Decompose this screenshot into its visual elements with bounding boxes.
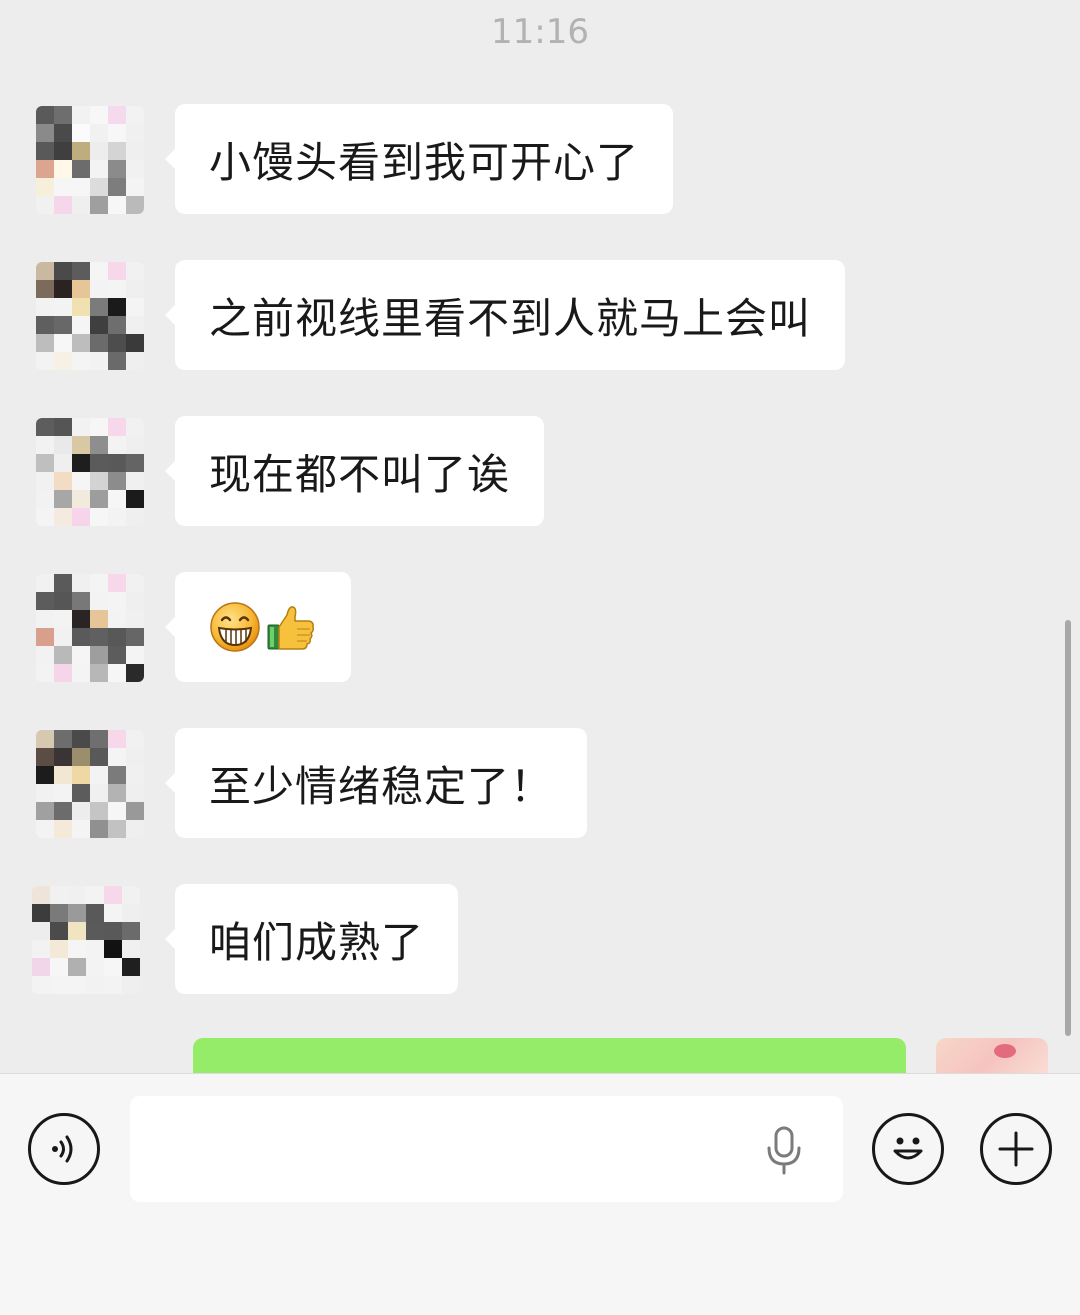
voice-button[interactable] [28, 1113, 100, 1185]
plus-button[interactable] [980, 1113, 1052, 1185]
grin-icon [210, 602, 260, 652]
microphone-icon[interactable] [762, 1126, 806, 1176]
scrollbar[interactable] [1065, 620, 1071, 1036]
avatar[interactable] [36, 262, 144, 370]
timestamp: 11:16 [491, 12, 589, 52]
message-input[interactable] [130, 1096, 843, 1202]
message-row [0, 572, 1080, 692]
message-bubble[interactable]: 之前视线里看不到人就马上会叫 [164, 260, 846, 370]
avatar[interactable] [36, 730, 144, 838]
message-bubble[interactable]: 小馒头看到我可开心了 [164, 104, 674, 214]
chat-area[interactable]: 11:16 小馒头看到我可开心了 之前视线里看不到人就马上会叫 现在都不叫了诶 … [0, 0, 1080, 1073]
message-bubble[interactable] [165, 572, 351, 682]
emoji-face-icon [893, 1137, 923, 1160]
message-row: 现在都不叫了诶 [0, 416, 1080, 536]
emoji-group [209, 601, 317, 653]
avatar[interactable] [32, 886, 140, 994]
avatar[interactable] [36, 106, 144, 214]
message-row: 之前视线里看不到人就马上会叫 [0, 260, 1080, 380]
flower-decoration [994, 1044, 1016, 1058]
own-avatar[interactable] [936, 1038, 1048, 1073]
avatar[interactable] [36, 418, 144, 526]
message-bubble[interactable]: 至少情绪稳定了！ [164, 728, 588, 838]
thumbs-up-icon [267, 606, 314, 650]
input-bar [0, 1073, 1080, 1315]
avatar[interactable] [36, 574, 144, 682]
plus-icon [998, 1131, 1034, 1167]
message-row: 至少情绪稳定了！ [0, 728, 1080, 848]
message-bubble[interactable]: 咱们成熟了 [164, 884, 459, 994]
message-row: 咱们成熟了 [0, 884, 1080, 1004]
voice-icon [52, 1135, 73, 1163]
emoji-button[interactable] [872, 1113, 944, 1185]
message-bubble[interactable]: 现在都不叫了诶 [164, 416, 545, 526]
message-row: 小馒头看到我可开心了 [0, 104, 1080, 224]
own-message-bubble[interactable] [193, 1038, 906, 1073]
